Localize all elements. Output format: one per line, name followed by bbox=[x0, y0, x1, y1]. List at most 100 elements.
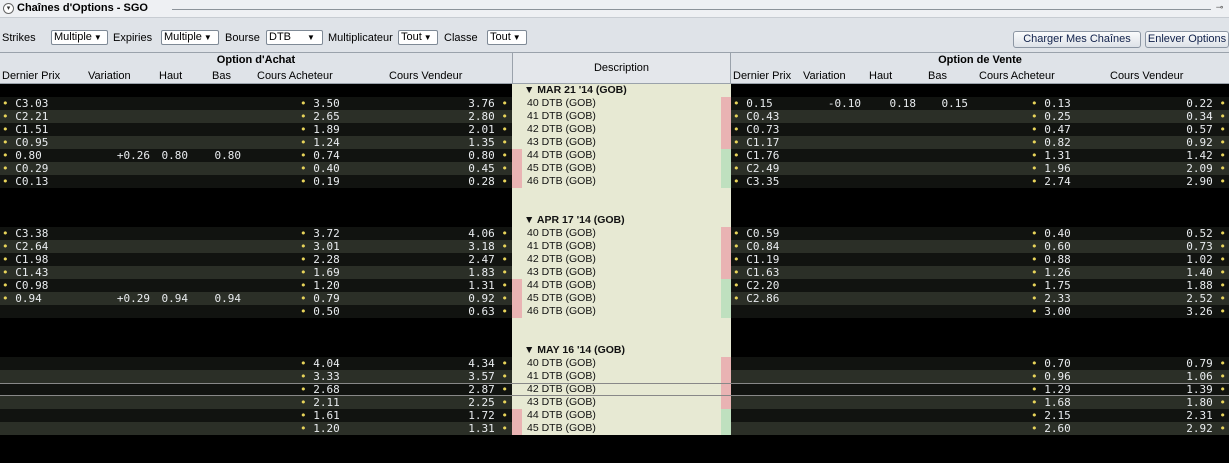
expiry-label[interactable]: ▼ MAY 16 '14 (GOB) bbox=[524, 344, 625, 357]
put-last-cell[interactable]: • C2.86 bbox=[733, 292, 803, 305]
call-ask-cell[interactable]: 2.47 • bbox=[400, 253, 508, 266]
strike-label[interactable]: 40 DTB (GOB) bbox=[527, 227, 596, 240]
table-row[interactable]: • C0.98 • 1.20 1.31 • 44 DTB (GOB) • C2.20 • … bbox=[0, 279, 1229, 292]
table-row[interactable]: • 1.20 1.31 • 45 DTB (GOB) • 2.60 2.92 • bbox=[0, 422, 1229, 435]
call-ask-cell[interactable]: 1.31 • bbox=[400, 422, 508, 435]
expiry-group-row[interactable]: ▼ APR 17 '14 (GOB) bbox=[0, 214, 1229, 227]
call-ask-cell[interactable]: 2.01 • bbox=[400, 123, 508, 136]
call-last-cell[interactable]: • C2.64 bbox=[2, 240, 72, 253]
put-ask-cell[interactable]: 1.42 • bbox=[1111, 149, 1226, 162]
put-bid-cell[interactable]: • 1.96 bbox=[1031, 162, 1089, 175]
strike-label[interactable]: 42 DTB (GOB) bbox=[527, 123, 596, 136]
call-last-cell[interactable]: • C3.38 bbox=[2, 227, 72, 240]
table-row[interactable]: • 3.33 3.57 • 41 DTB (GOB) • 0.96 1.06 • bbox=[0, 370, 1229, 383]
call-bid-cell[interactable]: • 0.40 bbox=[300, 162, 358, 175]
put-ask-cell[interactable]: 2.92 • bbox=[1111, 422, 1226, 435]
put-bid-cell[interactable]: • 0.88 bbox=[1031, 253, 1089, 266]
put-ask-cell[interactable]: 2.09 • bbox=[1111, 162, 1226, 175]
put-ask-cell[interactable]: 0.57 • bbox=[1111, 123, 1226, 136]
call-last-cell[interactable]: • C1.98 bbox=[2, 253, 72, 266]
table-row[interactable]: • C2.64 • 3.01 3.18 • 41 DTB (GOB) • C0.84 • … bbox=[0, 240, 1229, 253]
call-bid-cell[interactable]: • 0.74 bbox=[300, 149, 358, 162]
put-last-cell[interactable]: • C1.63 bbox=[733, 266, 803, 279]
put-last-cell[interactable]: • C3.35 bbox=[733, 175, 803, 188]
expiries-select[interactable]: Multiple ▼ bbox=[161, 30, 219, 45]
pin-icon[interactable]: ⊸ bbox=[1214, 3, 1225, 14]
call-ask-cell[interactable]: 4.34 • bbox=[400, 357, 508, 370]
strike-label[interactable]: 40 DTB (GOB) bbox=[527, 357, 596, 370]
put-low-cell[interactable]: 0.15 bbox=[921, 97, 969, 110]
strike-label[interactable]: 41 DTB (GOB) bbox=[527, 370, 596, 383]
strike-label[interactable]: 40 DTB (GOB) bbox=[527, 97, 596, 110]
call-bid-cell[interactable]: • 1.89 bbox=[300, 123, 358, 136]
classe-select[interactable]: Tout ▼ bbox=[487, 30, 527, 45]
call-high-cell[interactable]: 0.80 bbox=[150, 149, 189, 162]
expiry-label[interactable]: ▼ MAR 21 '14 (GOB) bbox=[524, 84, 627, 97]
strike-label[interactable]: 43 DTB (GOB) bbox=[527, 266, 596, 279]
call-bid-cell[interactable]: • 2.68 bbox=[300, 383, 358, 396]
put-ask-cell[interactable]: 1.39 • bbox=[1111, 383, 1226, 396]
table-row[interactable]: • C3.38 • 3.72 4.06 • 40 DTB (GOB) • C0.59 • … bbox=[0, 227, 1229, 240]
col-low[interactable]: Bas bbox=[212, 69, 231, 84]
call-ask-cell[interactable]: 3.18 • bbox=[400, 240, 508, 253]
call-ask-cell[interactable]: 0.45 • bbox=[400, 162, 508, 175]
put-bid-cell[interactable]: • 0.70 bbox=[1031, 357, 1089, 370]
put-bid-cell[interactable]: • 0.60 bbox=[1031, 240, 1089, 253]
call-last-cell[interactable]: • 0.80 bbox=[2, 149, 72, 162]
call-ask-cell[interactable]: 2.87 • bbox=[400, 383, 508, 396]
call-ask-cell[interactable]: 0.63 • bbox=[400, 305, 508, 318]
col-bid[interactable]: Cours Acheteur bbox=[257, 69, 333, 84]
col-high[interactable]: Haut bbox=[159, 69, 182, 84]
put-bid-cell[interactable]: • 1.31 bbox=[1031, 149, 1089, 162]
put-bid-cell[interactable]: • 2.15 bbox=[1031, 409, 1089, 422]
put-bid-cell[interactable]: • 1.29 bbox=[1031, 383, 1089, 396]
strike-label[interactable]: 43 DTB (GOB) bbox=[527, 396, 596, 409]
table-row[interactable]: • 2.11 2.25 • 43 DTB (GOB) • 1.68 1.80 • bbox=[0, 396, 1229, 409]
expiry-label[interactable]: ▼ APR 17 '14 (GOB) bbox=[524, 214, 625, 227]
put-last-cell[interactable]: • C0.59 bbox=[733, 227, 803, 240]
col-ask[interactable]: Cours Vendeur bbox=[1110, 69, 1183, 84]
col-bid[interactable]: Cours Acheteur bbox=[979, 69, 1055, 84]
put-bid-cell[interactable]: • 0.25 bbox=[1031, 110, 1089, 123]
strike-label[interactable]: 44 DTB (GOB) bbox=[527, 409, 596, 422]
put-chg-cell[interactable]: -0.10 bbox=[803, 97, 861, 110]
put-ask-cell[interactable]: 3.26 • bbox=[1111, 305, 1226, 318]
enlever-options-button[interactable]: Enlever Options bbox=[1145, 31, 1229, 48]
call-last-cell[interactable]: • C1.43 bbox=[2, 266, 72, 279]
strike-label[interactable]: 45 DTB (GOB) bbox=[527, 162, 596, 175]
table-row[interactable]: • C0.29 • 0.40 0.45 • 45 DTB (GOB) • C2.49 • … bbox=[0, 162, 1229, 175]
call-last-cell[interactable]: • 0.94 bbox=[2, 292, 72, 305]
put-ask-cell[interactable]: 0.34 • bbox=[1111, 110, 1226, 123]
put-ask-cell[interactable]: 1.40 • bbox=[1111, 266, 1226, 279]
call-bid-cell[interactable]: • 4.04 bbox=[300, 357, 358, 370]
call-last-cell[interactable]: • C3.03 bbox=[2, 97, 72, 110]
call-bid-cell[interactable]: • 2.11 bbox=[300, 396, 358, 409]
table-row[interactable]: • C1.43 • 1.69 1.83 • 43 DTB (GOB) • C1.63 • … bbox=[0, 266, 1229, 279]
call-high-cell[interactable]: 0.94 bbox=[150, 292, 189, 305]
call-ask-cell[interactable]: 0.28 • bbox=[400, 175, 508, 188]
col-change[interactable]: Variation bbox=[88, 69, 131, 84]
call-ask-cell[interactable]: 3.76 • bbox=[400, 97, 508, 110]
table-row[interactable]: • 0.94 +0.29 0.94 0.94 • 0.79 0.92 • 45 DTB (G… bbox=[0, 292, 1229, 305]
put-last-cell[interactable]: • C1.76 bbox=[733, 149, 803, 162]
call-ask-cell[interactable]: 1.83 • bbox=[400, 266, 508, 279]
strike-label[interactable]: 46 DTB (GOB) bbox=[527, 305, 596, 318]
put-bid-cell[interactable]: • 1.75 bbox=[1031, 279, 1089, 292]
put-ask-cell[interactable]: 2.52 • bbox=[1111, 292, 1226, 305]
call-bid-cell[interactable]: • 1.20 bbox=[300, 422, 358, 435]
table-row[interactable]: • 2.68 2.87 • 42 DTB (GOB) • 1.29 1.39 • bbox=[0, 383, 1229, 396]
put-bid-cell[interactable]: • 2.33 bbox=[1031, 292, 1089, 305]
put-ask-cell[interactable]: 1.06 • bbox=[1111, 370, 1226, 383]
table-row[interactable]: • C1.98 • 2.28 2.47 • 42 DTB (GOB) • C1.19 • … bbox=[0, 253, 1229, 266]
call-bid-cell[interactable]: • 2.28 bbox=[300, 253, 358, 266]
call-last-cell[interactable]: • C0.29 bbox=[2, 162, 72, 175]
call-bid-cell[interactable]: • 0.19 bbox=[300, 175, 358, 188]
put-bid-cell[interactable]: • 0.96 bbox=[1031, 370, 1089, 383]
call-bid-cell[interactable]: • 1.69 bbox=[300, 266, 358, 279]
put-bid-cell[interactable]: • 0.40 bbox=[1031, 227, 1089, 240]
col-ask[interactable]: Cours Vendeur bbox=[389, 69, 462, 84]
put-ask-cell[interactable]: 1.02 • bbox=[1111, 253, 1226, 266]
put-last-cell[interactable]: • C0.43 bbox=[733, 110, 803, 123]
call-ask-cell[interactable]: 3.57 • bbox=[400, 370, 508, 383]
put-ask-cell[interactable]: 0.79 • bbox=[1111, 357, 1226, 370]
